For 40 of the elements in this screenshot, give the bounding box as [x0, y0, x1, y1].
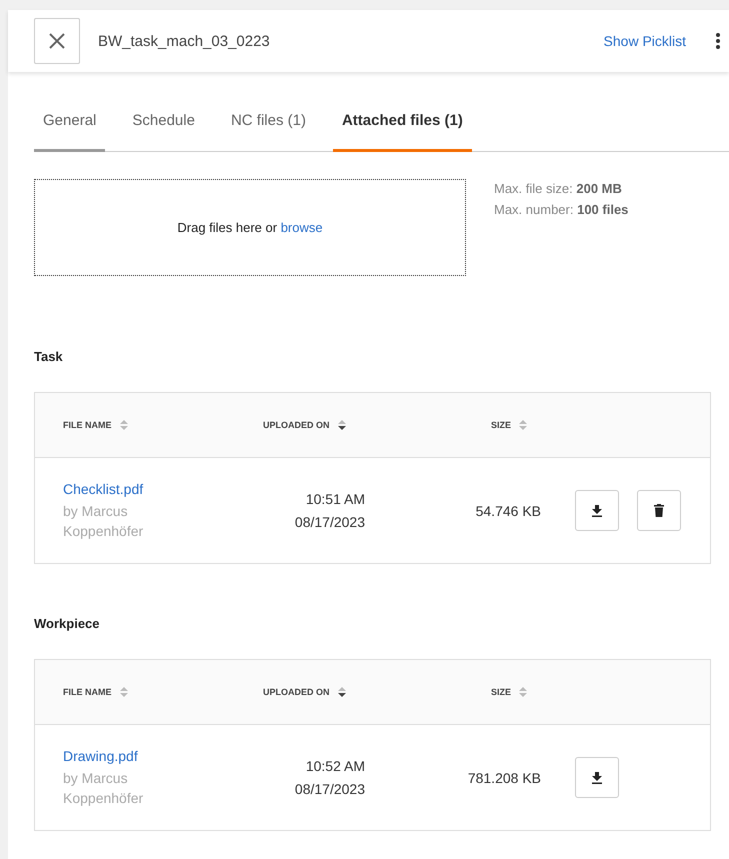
task-title: BW_task_mach_03_0223 [98, 32, 271, 50]
limit-text: Max. number: 100 files [494, 201, 628, 219]
sort-icon[interactable] [338, 686, 346, 698]
upload-time: 10:51 AM [304, 490, 365, 508]
file-link[interactable]: Drawing.pdf [63, 748, 235, 764]
upload-time: 10:52 AM [304, 756, 365, 776]
column-header[interactable]: UPLOADED ON [263, 687, 330, 697]
drop-zone-text: Drag files here or browse [177, 220, 323, 235]
file-size: 781.208 KB [468, 770, 541, 786]
file-link[interactable]: Checklist.pdf [63, 480, 235, 496]
column-header[interactable]: FILE NAME [63, 420, 112, 430]
more-icon[interactable] [716, 33, 720, 49]
file-size: 54.746 KB [476, 502, 541, 518]
limit-text: Max. file size: 200 MB [494, 180, 623, 198]
column-header[interactable]: FILE NAME [63, 687, 112, 697]
download-button[interactable] [575, 757, 619, 798]
tab[interactable]: Schedule [123, 102, 204, 152]
download-icon [592, 772, 602, 784]
drop-zone[interactable]: Drag files here or browse [34, 179, 466, 276]
trash-icon [654, 504, 664, 517]
upload-date: 08/17/2023 [294, 512, 365, 532]
tab[interactable]: General [34, 102, 106, 152]
section-title: Task [34, 349, 64, 364]
column-header[interactable]: UPLOADED ON [263, 420, 330, 430]
sort-icon[interactable] [338, 419, 346, 431]
tab[interactable]: NC files (1) [222, 102, 315, 152]
browse-link[interactable]: browse [280, 220, 323, 235]
tab[interactable]: Attached files (1) [332, 102, 472, 152]
close-icon [48, 32, 66, 50]
column-header[interactable]: SIZE [491, 687, 512, 697]
download-icon [592, 504, 602, 516]
author-text: by Marcus Koppenhöfer [63, 768, 144, 808]
upload-date: 08/17/2023 [294, 780, 365, 798]
show-picklist-link[interactable]: Show Picklist [604, 33, 686, 49]
download-button[interactable] [575, 490, 619, 531]
author-text: by Marcus Koppenhöfer [63, 502, 144, 540]
close-button[interactable] [34, 18, 80, 64]
column-header[interactable]: SIZE [491, 420, 512, 430]
section-title: Workpiece [34, 616, 101, 631]
delete-button[interactable] [637, 490, 681, 531]
